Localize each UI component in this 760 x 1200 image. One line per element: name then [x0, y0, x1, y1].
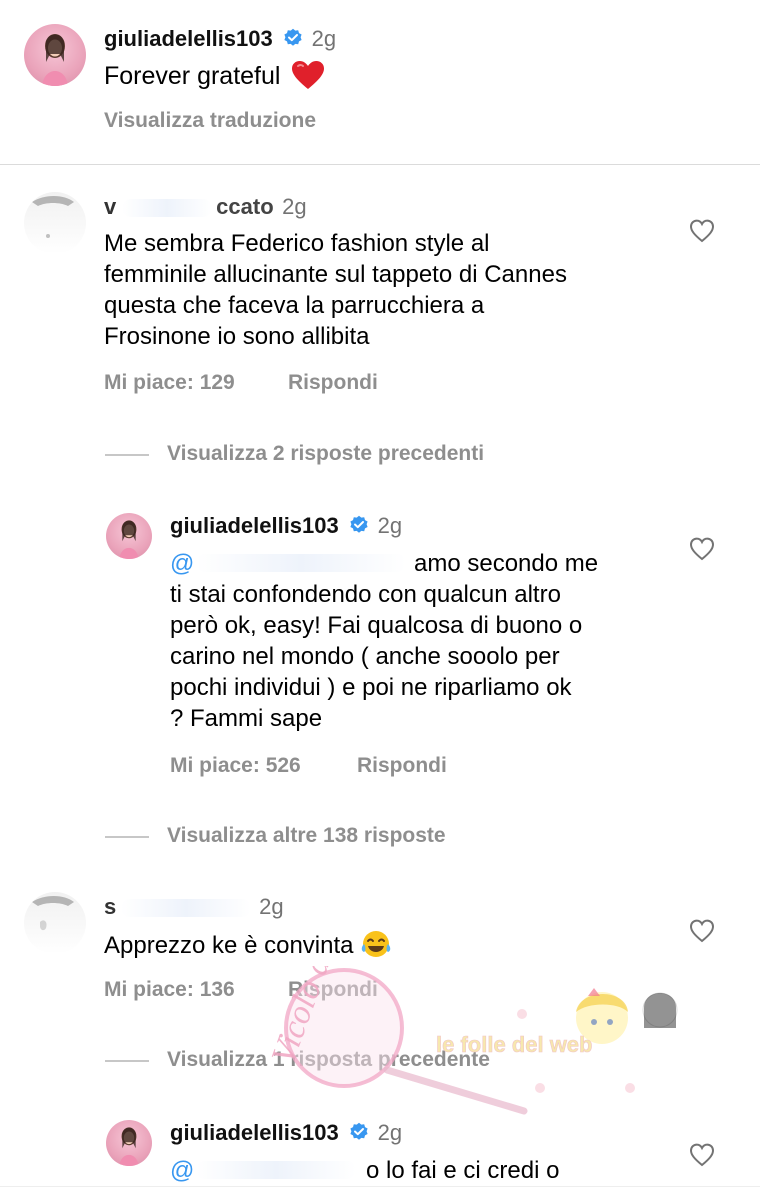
verified-badge-icon	[350, 515, 368, 533]
like-heart-icon[interactable]	[689, 218, 715, 244]
mention-prefix[interactable]: @	[170, 550, 194, 577]
reply-text-line: però ok, easy! Fai qualcosa di buono o	[170, 612, 583, 639]
like-heart-icon[interactable]	[689, 536, 715, 562]
caption-text: Forever grateful	[104, 62, 281, 90]
reply-mention-tail: amo secondo me	[414, 550, 599, 577]
avatar[interactable]	[24, 192, 86, 254]
view-more-replies-link[interactable]: Visualizza altre 138 risposte	[167, 824, 446, 848]
reply-text-line: carino nel mondo ( anche sooolo per	[170, 643, 560, 670]
thread-line	[105, 836, 149, 838]
reply-time: 2g	[377, 513, 403, 538]
reply-text-line: ? Fammi sape	[170, 705, 323, 732]
comment-time: 2g	[282, 194, 307, 219]
reply-username[interactable]: giuliadelellis103	[170, 1120, 339, 1145]
avatar-photo	[119, 1127, 139, 1166]
avatar[interactable]	[24, 24, 86, 86]
reply-text-partial: o lo fai e ci credi o	[366, 1157, 560, 1184]
comment-text-line: Frosinone io sono allibita	[104, 323, 370, 350]
avatar-blurred	[32, 196, 74, 238]
caption-time: 2g	[311, 26, 337, 51]
bottom-edge	[0, 1186, 760, 1187]
reply-button[interactable]: Rispondi	[357, 754, 447, 778]
like-heart-icon[interactable]	[689, 918, 715, 944]
see-translation-link[interactable]: Visualizza traduzione	[104, 109, 316, 133]
caption-username[interactable]: giuliadelellis103	[104, 26, 273, 51]
avatar-blurred	[32, 896, 74, 931]
avatar[interactable]	[24, 892, 86, 954]
view-previous-replies-link[interactable]: Visualizza 2 risposte precedenti	[167, 442, 484, 466]
comment-time: 2g	[259, 894, 284, 919]
comment-text: Apprezzo ke è convinta	[104, 932, 354, 959]
avatar[interactable]	[106, 1120, 152, 1166]
reply-text-line: ti stai confondendo con qualcun altro	[170, 581, 561, 608]
reply-username[interactable]: giuliadelellis103	[170, 513, 339, 538]
mention-prefix[interactable]: @	[170, 1157, 194, 1184]
comment-username[interactable]: ccato	[216, 194, 273, 219]
comment-text-line: Me sembra Federico fashion style al	[104, 230, 490, 257]
watermark-cartoon-logo: le folle del web	[436, 988, 678, 1093]
avatar-photo	[42, 34, 68, 86]
likes-count[interactable]: Mi piace: 136	[104, 978, 235, 1002]
likes-count[interactable]: Mi piace: 526	[170, 754, 301, 778]
reply-time: 2g	[377, 1120, 403, 1145]
comment-username[interactable]: s	[104, 894, 116, 919]
verified-badge-icon	[350, 1122, 368, 1140]
reply-text-line: pochi individui ) e poi ne riparliamo ok	[170, 674, 572, 701]
reply-button[interactable]: Rispondi	[288, 371, 378, 395]
thread-line	[105, 454, 149, 456]
comment-text-line: questa che faceva la parrucchiera a	[104, 292, 485, 319]
thread-line	[105, 1060, 149, 1062]
like-heart-icon[interactable]	[689, 1142, 715, 1168]
divider	[0, 164, 760, 165]
avatar-photo	[119, 520, 139, 559]
watermark-right-text: le folle del web	[436, 1032, 592, 1057]
laughing-tears-emoji-icon	[361, 931, 391, 957]
verified-badge-icon	[284, 28, 302, 46]
comment-text-line: femminile allucinante sul tappeto di Can…	[104, 261, 567, 288]
likes-count[interactable]: Mi piace: 129	[104, 371, 235, 395]
red-heart-icon	[292, 61, 325, 89]
avatar[interactable]	[106, 513, 152, 559]
